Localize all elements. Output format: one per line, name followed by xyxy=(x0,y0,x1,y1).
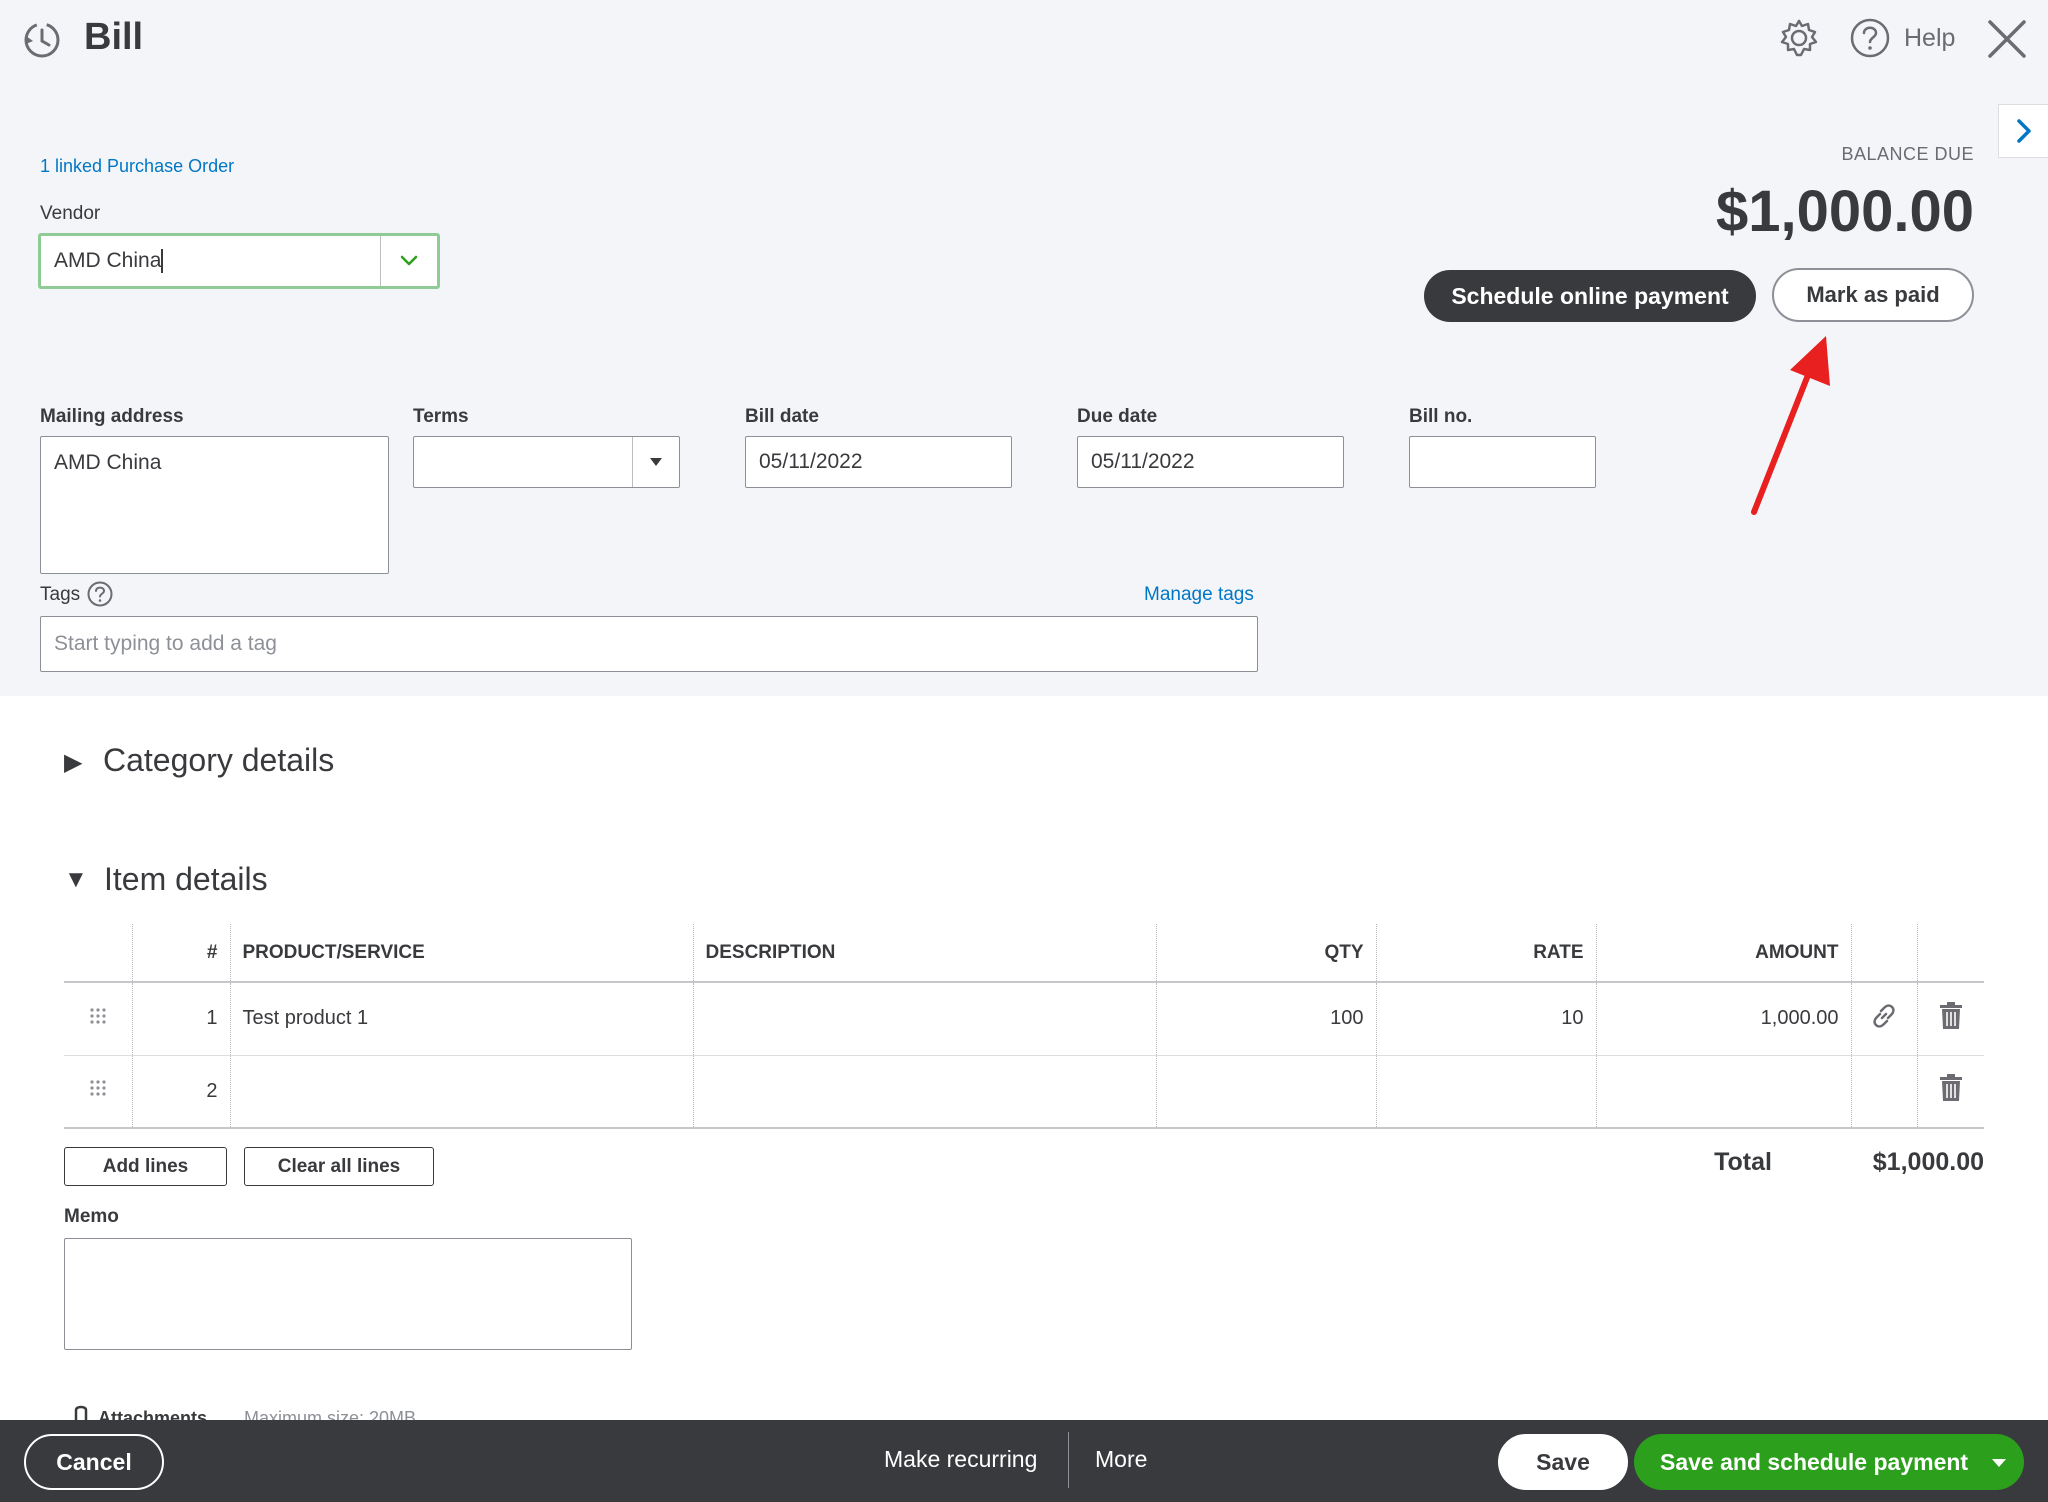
rate-cell[interactable] xyxy=(1375,1055,1596,1129)
column-header-qty: QTY xyxy=(1155,924,1376,983)
category-details-toggle[interactable]: Category details xyxy=(103,742,334,779)
qty-cell[interactable] xyxy=(1155,1055,1376,1129)
rate-cell[interactable]: 10 xyxy=(1375,982,1596,1056)
link-column-header xyxy=(1850,924,1917,983)
total-value: $1,000.00 xyxy=(1872,1148,1984,1176)
gear-icon[interactable] xyxy=(1777,16,1821,60)
column-header-rate: RATE xyxy=(1375,924,1596,983)
expand-triangle-icon[interactable]: ▶ xyxy=(64,748,82,777)
trash-icon[interactable] xyxy=(1916,1055,1984,1129)
delete-column-header xyxy=(1916,924,1984,983)
linked-purchase-order-link[interactable]: 1 linked Purchase Order xyxy=(40,156,234,177)
collapse-triangle-icon[interactable]: ▼ xyxy=(64,866,88,894)
save-and-schedule-payment-button[interactable]: Save and schedule payment xyxy=(1634,1434,2024,1490)
drag-handle-icon[interactable] xyxy=(64,1055,132,1129)
item-details-table: # PRODUCT/SERVICE DESCRIPTION QTY RATE A… xyxy=(64,924,1984,1129)
chevron-right-icon xyxy=(2016,119,2031,143)
row-number: 1 xyxy=(131,982,230,1056)
drag-column-header xyxy=(64,924,132,983)
link-cell-empty xyxy=(1850,1055,1917,1129)
clear-all-lines-button[interactable]: Clear all lines xyxy=(244,1147,434,1186)
mark-as-paid-button[interactable]: Mark as paid xyxy=(1772,268,1974,322)
memo-label: Memo xyxy=(64,1206,119,1227)
amount-cell[interactable]: 1,000.00 xyxy=(1595,982,1851,1056)
table-row[interactable]: 1 Test product 1 100 10 1,000.00 xyxy=(64,982,1984,1056)
drag-handle-icon[interactable] xyxy=(64,982,132,1056)
caret-down-icon[interactable] xyxy=(648,455,664,469)
vendor-dropdown-divider xyxy=(380,236,381,286)
column-header-description: DESCRIPTION xyxy=(692,924,1156,983)
due-date-field[interactable]: 05/11/2022 xyxy=(1077,436,1344,488)
column-header-amount: AMOUNT xyxy=(1595,924,1851,983)
product-cell[interactable]: Test product 1 xyxy=(229,982,693,1056)
description-cell[interactable] xyxy=(692,982,1156,1056)
tags-input[interactable] xyxy=(40,616,1258,672)
total-label: Total xyxy=(1714,1148,1772,1176)
help-icon[interactable] xyxy=(1848,16,1892,60)
save-button[interactable]: Save xyxy=(1498,1434,1628,1490)
page-title: Bill xyxy=(84,16,144,58)
due-date-value: 05/11/2022 xyxy=(1091,450,1195,473)
column-header-number: # xyxy=(131,924,230,983)
balance-due-value: $1,000.00 xyxy=(1715,179,1974,244)
make-recurring-button[interactable]: Make recurring xyxy=(884,1446,1037,1473)
annotation-arrow-icon xyxy=(1751,336,1830,515)
terms-label: Terms xyxy=(413,406,469,427)
more-button[interactable]: More xyxy=(1095,1446,1147,1473)
table-row[interactable]: 2 xyxy=(64,1055,1984,1129)
description-cell[interactable] xyxy=(692,1055,1156,1129)
footer-divider xyxy=(1068,1432,1069,1488)
due-date-label: Due date xyxy=(1077,406,1158,427)
row-number: 2 xyxy=(131,1055,230,1129)
mailing-address-value: AMD China xyxy=(54,451,162,474)
bill-date-field[interactable]: 05/11/2022 xyxy=(745,436,1012,488)
item-details-toggle[interactable]: Item details xyxy=(104,861,268,898)
vendor-value: AMD China xyxy=(54,249,162,272)
help-link[interactable]: Help xyxy=(1904,24,1955,53)
balance-due-label: BALANCE DUE xyxy=(1841,144,1974,164)
bill-history-icon[interactable] xyxy=(20,18,64,62)
bill-date-label: Bill date xyxy=(745,406,819,427)
caret-down-icon[interactable] xyxy=(1990,1456,2008,1470)
manage-tags-link[interactable]: Manage tags xyxy=(1144,584,1254,606)
bill-no-field[interactable] xyxy=(1409,436,1596,488)
qty-cell[interactable]: 100 xyxy=(1155,982,1376,1056)
mailing-address-field[interactable]: AMD China xyxy=(40,436,389,574)
vendor-label: Vendor xyxy=(40,203,101,224)
amount-cell[interactable] xyxy=(1595,1055,1851,1129)
chevron-down-icon[interactable] xyxy=(399,251,419,271)
text-cursor xyxy=(161,249,164,273)
terms-dropdown-divider xyxy=(632,437,633,487)
column-header-product: PRODUCT/SERVICE xyxy=(229,924,693,983)
tags-label: Tags xyxy=(40,584,81,605)
mailing-address-label: Mailing address xyxy=(40,406,184,427)
tags-help-icon[interactable] xyxy=(86,580,114,608)
cancel-button[interactable]: Cancel xyxy=(24,1434,164,1490)
bill-no-label: Bill no. xyxy=(1409,406,1473,427)
product-cell[interactable] xyxy=(229,1055,693,1129)
expand-panel-tab[interactable] xyxy=(1998,104,2048,158)
close-icon[interactable] xyxy=(1986,18,2028,60)
add-lines-button[interactable]: Add lines xyxy=(64,1147,227,1186)
link-icon[interactable] xyxy=(1850,982,1917,1056)
save-and-schedule-label: Save and schedule payment xyxy=(1660,1448,1969,1475)
terms-select[interactable] xyxy=(413,436,680,488)
bill-date-value: 05/11/2022 xyxy=(759,450,863,473)
memo-field[interactable] xyxy=(64,1238,632,1350)
trash-icon[interactable] xyxy=(1916,982,1984,1056)
schedule-online-payment-button[interactable]: Schedule online payment xyxy=(1424,270,1756,322)
table-header-row: # PRODUCT/SERVICE DESCRIPTION QTY RATE A… xyxy=(64,924,1984,983)
